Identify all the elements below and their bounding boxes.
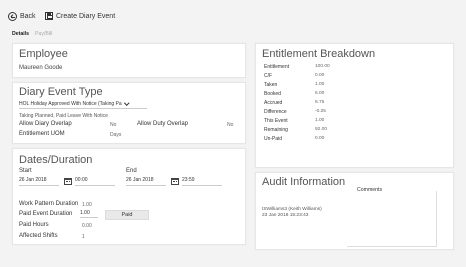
back-arrow-icon (8, 12, 17, 21)
diary-event-type-selected: HOL Holiday Approved With Notice (Taking… (19, 101, 122, 107)
entitlement-row-label: Remaining (264, 127, 288, 133)
paid-event-duration-value: 1.00 (80, 210, 90, 216)
calendar-icon[interactable] (64, 178, 72, 185)
entitlement-row-label: Accrued (264, 100, 283, 106)
end-time-value: 23:59 (182, 177, 195, 183)
entitlement-row-label: Booked (264, 91, 281, 97)
diary-event-type-title: Diary Event Type (19, 86, 103, 98)
paid-hours-value: 0.00 (82, 223, 92, 229)
audit-timestamp: 23 Jan 2018 15:23:43 (262, 213, 309, 218)
audit-information-panel: Audit Information Comments tSWilliams3 (… (255, 172, 454, 250)
entitlement-row-label: This Event (264, 118, 288, 124)
affected-shifts-value: 1 (82, 234, 85, 240)
dates-duration-title: Dates/Duration (19, 154, 93, 166)
audit-information-title: Audit Information (262, 176, 346, 188)
employee-panel: Employee Maureen Goode (12, 43, 246, 78)
start-date-value: 26 Jan 2018 (19, 177, 47, 183)
paid-event-duration-label: Paid Event Duration (19, 211, 73, 217)
entitlement-row-value: -0.25 (315, 109, 326, 114)
entitlement-row-value: 1.00 (315, 82, 325, 87)
dates-duration-panel: Dates/Duration Start 26 Jan 2018 00:00 E… (12, 148, 246, 245)
affected-shifts-label: Affected Shifts (19, 233, 58, 239)
employee-title: Employee (19, 48, 68, 60)
paid-event-duration-input[interactable]: 1.00 (80, 210, 98, 218)
tab-pay-bill[interactable]: Pay/Bill (35, 31, 52, 37)
entitlement-row-label: Un-Paid (264, 136, 283, 142)
tab-bar: Details Pay/Bill (12, 31, 58, 37)
comments-box[interactable] (347, 191, 437, 247)
allow-duty-overlap-value: No (227, 122, 234, 128)
audit-user: tSWilliams3 (Keith Williams) (262, 207, 322, 212)
entitlement-breakdown-title: Entitlement Breakdown (262, 48, 376, 60)
entitlement-uom-value: Days (110, 132, 122, 138)
entitlement-row-value: 6.00 (315, 91, 325, 96)
chevron-down-icon (123, 99, 129, 105)
back-label: Back (20, 13, 36, 20)
start-label: Start (19, 168, 32, 174)
paid-hours-label: Paid Hours (19, 222, 49, 228)
diary-event-type-select[interactable]: HOL Holiday Approved With Notice (Taking… (19, 99, 147, 109)
allow-diary-overlap-value: No (110, 122, 117, 128)
toolbar: Back Create Diary Event (0, 0, 466, 30)
calendar-icon[interactable] (171, 178, 179, 185)
entitlement-row-label: Difference (264, 109, 287, 115)
entitlement-uom-label: Entitlement UOM (19, 131, 65, 137)
create-diary-event-label: Create Diary Event (56, 12, 116, 20)
entitlement-row-value: 0.00 (315, 73, 325, 78)
diary-event-type-panel: Diary Event Type HOL Holiday Approved Wi… (12, 82, 246, 144)
diary-event-type-description: Taking Planned, Paid Leave With Notice (19, 113, 108, 119)
start-time-value: 00:00 (75, 177, 88, 183)
entitlement-row-label: Entitlement (264, 64, 290, 70)
allow-diary-overlap-label: Allow Diary Overlap (19, 121, 72, 127)
entitlement-row-label: C/F (264, 73, 273, 79)
entitlement-row-value: 6.75 (315, 100, 325, 105)
work-pattern-duration-value: 1.00 (82, 202, 92, 208)
allow-duty-overlap-label: Allow Duty Overlap (137, 121, 189, 127)
save-icon (45, 12, 53, 20)
entitlement-row-value: 92.00 (315, 127, 328, 132)
end-date-input[interactable]: 26 Jan 2018 (126, 177, 166, 186)
create-diary-event-button[interactable]: Create Diary Event (45, 12, 115, 20)
entitlement-row-label: Taken (264, 82, 278, 88)
back-button[interactable]: Back (8, 12, 36, 21)
employee-name: Maureen Goode (19, 65, 63, 71)
end-label: End (126, 168, 137, 174)
entitlement-row-value: 100.00 (315, 64, 330, 69)
entitlement-row-value: 0.00 (315, 136, 325, 141)
end-time-input[interactable]: 23:59 (182, 177, 222, 186)
paid-button[interactable]: Paid (105, 210, 149, 220)
entitlement-breakdown-panel: Entitlement Breakdown Entitlement 100.00… (255, 43, 454, 168)
entitlement-row-value: 1.00 (315, 118, 325, 123)
end-date-value: 26 Jan 2018 (126, 177, 154, 183)
start-date-input[interactable]: 26 Jan 2018 (19, 177, 59, 186)
tab-details[interactable]: Details (12, 31, 29, 37)
start-time-input[interactable]: 00:00 (75, 177, 115, 186)
work-pattern-duration-label: Work Pattern Duration (19, 201, 79, 207)
